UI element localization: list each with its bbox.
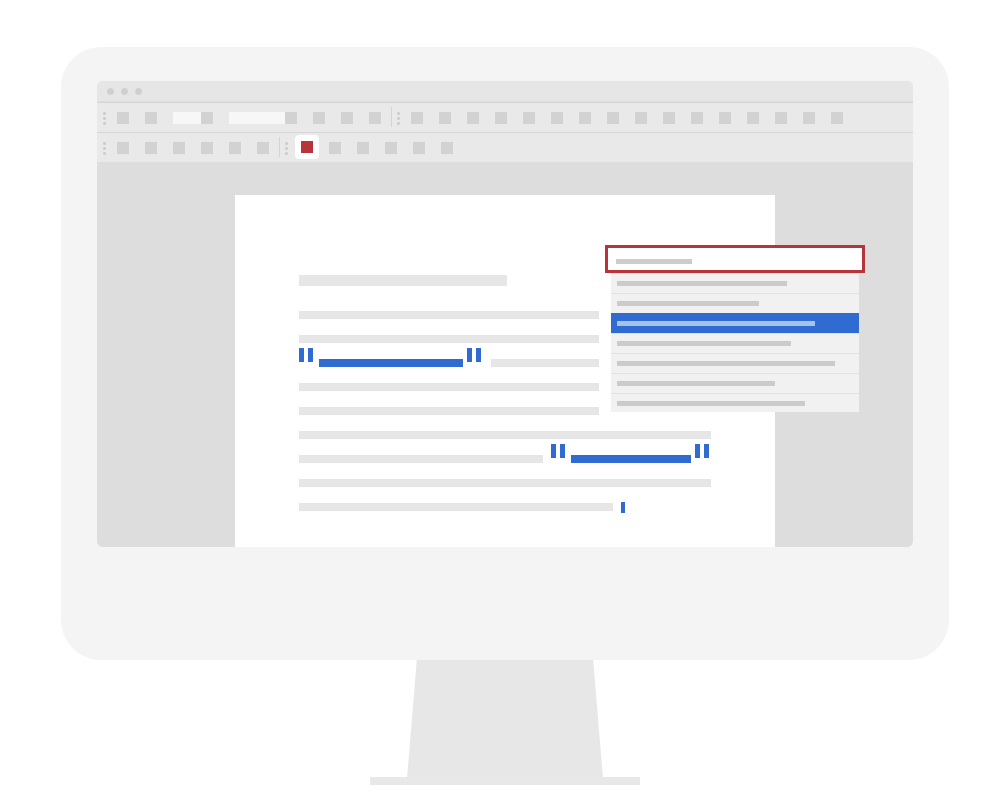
toolbar-divider — [279, 137, 280, 157]
quote-mark-icon — [467, 348, 472, 362]
font-select-field[interactable] — [229, 112, 285, 124]
quote-mark-icon — [476, 348, 481, 362]
quote-mark-icon — [695, 444, 700, 458]
toolbar-button[interactable] — [385, 142, 397, 154]
toolbar-button[interactable] — [467, 112, 479, 124]
text-line — [299, 335, 599, 343]
drag-handle-icon[interactable] — [397, 117, 400, 120]
monitor-foot — [370, 777, 640, 785]
toolbar-button[interactable] — [285, 112, 297, 124]
dropdown-item[interactable] — [611, 353, 859, 373]
dropdown-search-input[interactable] — [605, 245, 865, 273]
text-line — [299, 431, 711, 439]
toolbar-button[interactable] — [341, 112, 353, 124]
toolbar-button[interactable] — [117, 142, 129, 154]
document-heading-line — [299, 275, 507, 286]
toolbar-button[interactable] — [145, 142, 157, 154]
app-window — [97, 81, 913, 547]
drag-handle-icon[interactable] — [103, 117, 106, 120]
text-line — [299, 503, 613, 511]
item-text — [617, 401, 805, 406]
toolbar-divider — [391, 107, 392, 127]
toolbar-button[interactable] — [691, 112, 703, 124]
window-dot-icon[interactable] — [135, 88, 142, 95]
text-cursor — [621, 502, 625, 513]
item-text — [617, 301, 759, 306]
toolbar-button[interactable] — [495, 112, 507, 124]
window-dot-icon[interactable] — [107, 88, 114, 95]
quote-mark-icon — [551, 444, 556, 458]
toolbar-button[interactable] — [369, 112, 381, 124]
text-line — [299, 479, 711, 487]
quote-mark-icon — [308, 348, 313, 362]
item-text — [617, 341, 791, 346]
toolbar-button[interactable] — [313, 112, 325, 124]
quote-mark-icon — [299, 348, 304, 362]
dropdown-item-selected[interactable] — [611, 313, 859, 333]
toolbar-button[interactable] — [257, 142, 269, 154]
toolbar-button[interactable] — [413, 142, 425, 154]
item-text — [617, 281, 787, 286]
dropdown-item[interactable] — [611, 273, 859, 293]
drag-handle-icon[interactable] — [103, 147, 106, 150]
toolbar-row-1 — [97, 102, 913, 132]
drag-handle-icon[interactable] — [285, 152, 288, 155]
toolbar-row-2 — [97, 132, 913, 162]
toolbar-button[interactable] — [803, 112, 815, 124]
toolbar-button[interactable] — [229, 142, 241, 154]
drag-handle-icon[interactable] — [103, 152, 106, 155]
text-line — [299, 407, 599, 415]
item-text — [617, 321, 815, 326]
toolbar-button[interactable] — [357, 142, 369, 154]
highlighted-toolbar-button[interactable] — [295, 135, 319, 159]
search-placeholder — [616, 259, 692, 264]
drag-handle-icon[interactable] — [397, 122, 400, 125]
toolbar-button[interactable] — [719, 112, 731, 124]
drag-handle-icon[interactable] — [397, 112, 400, 115]
toolbar-button[interactable] — [747, 112, 759, 124]
monitor-stand — [407, 660, 603, 778]
toolbar-button[interactable] — [117, 112, 129, 124]
window-titlebar — [97, 81, 913, 101]
style-select-field[interactable] — [173, 112, 201, 124]
quote-mark-icon — [560, 444, 565, 458]
toolbar-button[interactable] — [607, 112, 619, 124]
drag-handle-icon[interactable] — [103, 142, 106, 145]
toolbar-button[interactable] — [663, 112, 675, 124]
link-text[interactable] — [571, 455, 691, 463]
dropdown-item[interactable] — [611, 333, 859, 353]
toolbar-button[interactable] — [439, 112, 451, 124]
dropdown-item[interactable] — [611, 393, 859, 413]
toolbar-button[interactable] — [441, 142, 453, 154]
dropdown-item[interactable] — [611, 293, 859, 313]
text-line — [299, 383, 599, 391]
text-line — [299, 311, 599, 319]
square-icon — [301, 141, 313, 153]
item-text — [617, 361, 835, 366]
toolbar-button[interactable] — [635, 112, 647, 124]
toolbar-button[interactable] — [579, 112, 591, 124]
drag-handle-icon[interactable] — [103, 112, 106, 115]
toolbar-button[interactable] — [329, 142, 341, 154]
toolbar-button[interactable] — [775, 112, 787, 124]
drag-handle-icon[interactable] — [285, 142, 288, 145]
window-dot-icon[interactable] — [121, 88, 128, 95]
text-line — [299, 455, 543, 463]
drag-handle-icon[interactable] — [103, 122, 106, 125]
drag-handle-icon[interactable] — [285, 147, 288, 150]
toolbar-button[interactable] — [173, 142, 185, 154]
toolbar-button[interactable] — [201, 142, 213, 154]
toolbar-button[interactable] — [411, 112, 423, 124]
text-line — [491, 359, 599, 367]
toolbar-button[interactable] — [551, 112, 563, 124]
item-text — [617, 381, 775, 386]
quote-mark-icon — [704, 444, 709, 458]
toolbar-button[interactable] — [145, 112, 157, 124]
toolbar-button[interactable] — [201, 112, 213, 124]
dropdown-item[interactable] — [611, 373, 859, 393]
toolbar-button[interactable] — [831, 112, 843, 124]
toolbar-button[interactable] — [523, 112, 535, 124]
link-text[interactable] — [319, 359, 463, 367]
